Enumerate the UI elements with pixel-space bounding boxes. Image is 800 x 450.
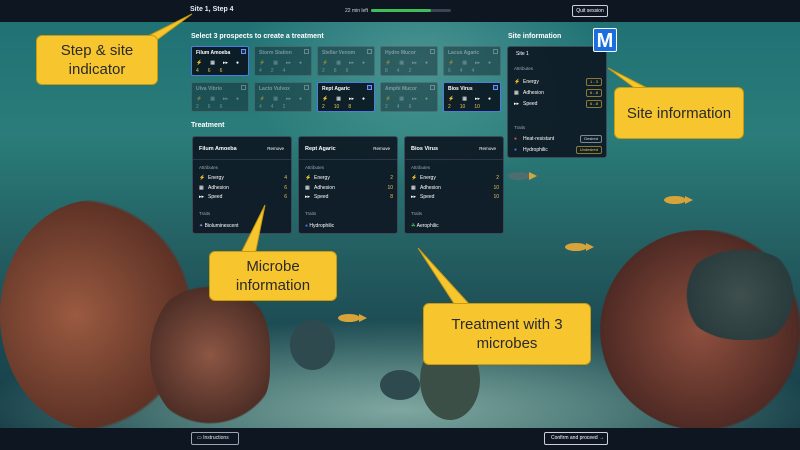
callout-tail-treatment [417, 247, 472, 306]
callout-step-site: Step & site indicator [36, 35, 158, 85]
callout-tail-microbe [239, 204, 266, 256]
callout-treatment: Treatment with 3 microbes [423, 303, 591, 365]
callout-microbe-info: Microbe information [209, 251, 337, 301]
callout-site-info: Site information [614, 87, 744, 139]
